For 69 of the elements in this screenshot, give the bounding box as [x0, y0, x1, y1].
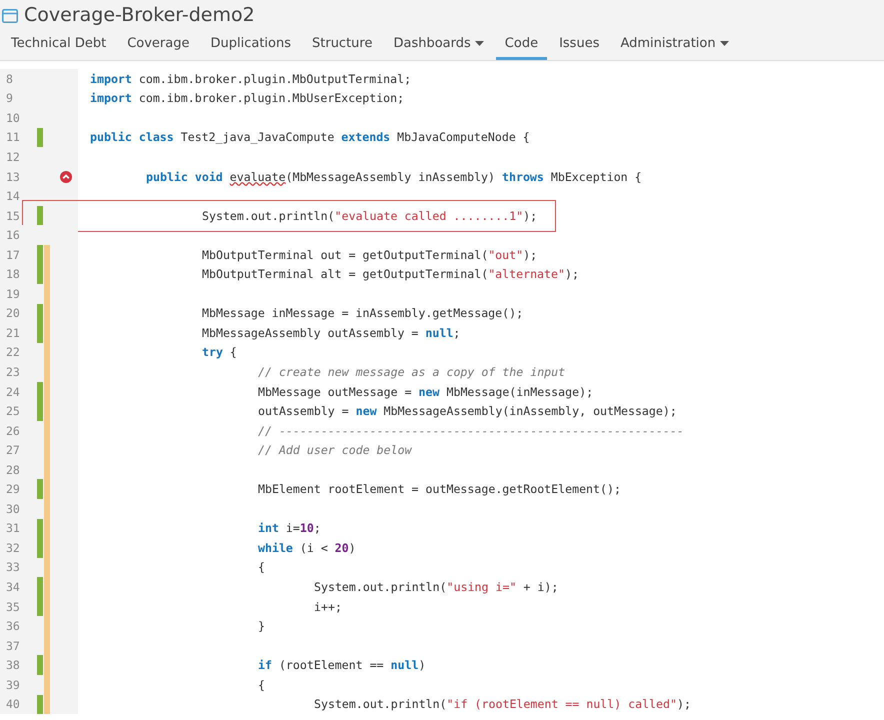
line-number: 26 — [5, 424, 21, 438]
code-line: outAssembly = new MbMessageAssembly(inAssembly, outMessage); — [258, 404, 677, 418]
code-line: MbOutputTerminal alt = getOutputTerminal("alternate"); — [202, 267, 579, 282]
line-number: 10 — [5, 110, 21, 125]
code-line: import com.ibm.broker.plugin.MbUserException; — [90, 91, 404, 106]
code-line: while (i < 20) — [258, 540, 356, 555]
code-line: MbElement rootElement = outMessage.getRootElement(); — [258, 482, 621, 496]
code-line: MbMessage inMessage = inAssembly.getMessage(); — [202, 306, 524, 320]
code-line: { — [258, 678, 265, 692]
nav-tab[interactable]: Code — [496, 30, 548, 60]
code-line: } — [258, 619, 265, 634]
line-number: 29 — [5, 482, 21, 496]
line-number: 16 — [5, 228, 21, 242]
code-line: System.out.println("evaluate called ........1"); — [202, 208, 538, 223]
code-line: MbMessage outMessage = new MbMessage(inMessage); — [258, 384, 594, 399]
code-line: i++; — [314, 600, 342, 614]
line-number: 11 — [5, 130, 21, 144]
line-number: 15 — [5, 208, 21, 223]
code-line: MbMessageAssembly outAssembly = null; — [202, 326, 460, 340]
line-number: 38 — [5, 658, 21, 672]
line-number: 32 — [5, 540, 21, 555]
line-number: 9 — [5, 91, 14, 106]
nav-tab[interactable]: Duplications — [201, 30, 300, 60]
line-number: 21 — [5, 326, 21, 340]
code-line: public void evaluate(MbMessageAssembly inAssembly) throws MbException { — [146, 170, 642, 184]
code-line: System.out.println("if (rootElement == null) called"); — [314, 697, 691, 712]
line-number: 37 — [5, 638, 21, 653]
code-line: // ---------------------------------------------------------- — [258, 424, 684, 438]
line-number: 17 — [5, 248, 21, 262]
line-number: 27 — [5, 443, 21, 458]
line-number: 14 — [5, 189, 21, 204]
issue-icon[interactable] — [60, 170, 72, 182]
line-number: 39 — [5, 678, 21, 692]
nav-tab[interactable]: Issues — [550, 30, 608, 60]
code-line: public class Test2_java_JavaCompute extends MbJavaComputeNode { — [90, 130, 530, 144]
code-line: System.out.println("using i=" + i); — [314, 580, 558, 594]
line-number: 31 — [5, 521, 21, 536]
line-number: 23 — [5, 364, 21, 379]
line-number: 8 — [5, 72, 14, 86]
nav-tab[interactable]: Technical Debt — [2, 30, 116, 60]
window-icon — [2, 9, 18, 23]
line-number: 18 — [5, 267, 21, 282]
line-number: 28 — [5, 462, 21, 477]
code-line: import com.ibm.broker.plugin.MbOutputTerminal; — [90, 72, 412, 86]
nav-tab[interactable]: Coverage — [118, 30, 198, 60]
nav-tab[interactable]: Structure — [303, 30, 382, 60]
code-line: // create new message as a copy of the input — [258, 364, 566, 379]
line-number: 30 — [5, 502, 21, 516]
line-number: 35 — [5, 600, 21, 614]
line-number: 13 — [5, 170, 21, 184]
code-line: MbOutputTerminal out = getOutputTerminal("out"); — [202, 248, 538, 262]
code-line: try { — [202, 345, 237, 360]
line-number: 12 — [5, 150, 21, 164]
line-number: 33 — [5, 560, 21, 574]
code-line: if (rootElement == null) — [258, 658, 426, 672]
line-number: 22 — [5, 345, 21, 360]
line-number: 20 — [5, 306, 21, 320]
nav-tab[interactable]: Dashboards — [384, 30, 493, 60]
line-number: 24 — [5, 384, 21, 399]
code-line: // Add user code below — [258, 443, 412, 458]
nav-tab[interactable]: Administration — [611, 30, 738, 60]
line-number: 19 — [5, 286, 21, 301]
line-number: 25 — [5, 404, 21, 418]
line-number: 34 — [5, 580, 21, 594]
line-number: 36 — [5, 619, 21, 634]
project-title: Coverage-Broker-demo2 — [24, 4, 255, 26]
line-number: 40 — [5, 697, 21, 712]
code-line: { — [258, 560, 265, 574]
code-line: int i=10; — [258, 521, 321, 536]
